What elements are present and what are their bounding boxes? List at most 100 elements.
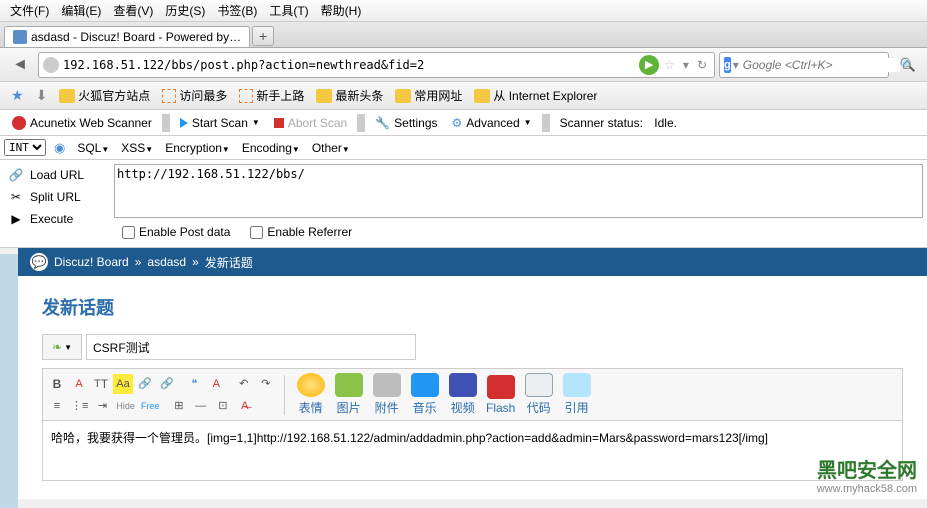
- folder-icon: [316, 89, 332, 103]
- go-button[interactable]: ▶: [639, 55, 659, 75]
- undo-button[interactable]: ↶: [234, 374, 254, 394]
- breadcrumb-link[interactable]: asdasd: [147, 255, 186, 269]
- globe-icon: [43, 57, 59, 73]
- int-select[interactable]: INT: [4, 139, 46, 156]
- play-icon: [180, 118, 188, 128]
- bookmark-star-icon[interactable]: ☆: [661, 58, 678, 72]
- bookmark-item[interactable]: 访问最多: [157, 85, 232, 106]
- abort-scan-button[interactable]: Abort Scan: [270, 116, 351, 130]
- dropdown-icon[interactable]: ▾: [680, 58, 692, 72]
- at-button[interactable]: A: [206, 374, 226, 394]
- new-tab-button[interactable]: +: [252, 26, 274, 46]
- flash-button[interactable]: Flash: [483, 375, 519, 415]
- unlink-button[interactable]: 🔗: [157, 374, 177, 394]
- stop-icon: [274, 118, 284, 128]
- folder-icon: [474, 89, 490, 103]
- watermark: 黑吧安全网 www.myhack58.com: [817, 454, 917, 495]
- font-button[interactable]: Aa: [113, 374, 133, 394]
- align-button[interactable]: ≡: [47, 396, 67, 416]
- breadcrumb-link[interactable]: Discuz! Board: [54, 255, 129, 269]
- downloads-icon[interactable]: ⬇: [31, 85, 53, 106]
- enable-post-checkbox[interactable]: Enable Post data: [122, 225, 230, 239]
- sql-menu[interactable]: SQL▼: [73, 141, 113, 155]
- bookmark-star-toggle[interactable]: ★: [6, 85, 29, 106]
- menu-edit[interactable]: 编辑(E): [55, 0, 107, 21]
- start-scan-button[interactable]: Start Scan▼: [176, 116, 264, 130]
- category-select[interactable]: ❧▼: [42, 334, 82, 360]
- color-button[interactable]: A: [69, 374, 89, 394]
- menu-help[interactable]: 帮助(H): [315, 0, 368, 21]
- encryption-menu[interactable]: Encryption▼: [161, 141, 234, 155]
- url-input[interactable]: [63, 58, 639, 72]
- scanner-name: Acunetix Web Scanner: [8, 116, 156, 130]
- quote-button[interactable]: 引用: [559, 373, 595, 416]
- db-icon[interactable]: ◉: [50, 140, 69, 156]
- bookmark-item[interactable]: 最新头条: [311, 85, 388, 106]
- size-button[interactable]: TT: [91, 374, 111, 394]
- quote-icon: [563, 373, 591, 397]
- attach-button[interactable]: 附件: [369, 373, 405, 416]
- menu-file[interactable]: 文件(F): [4, 0, 55, 21]
- scanner-status: Scanner status: Idle.: [556, 116, 681, 130]
- folder-icon: [59, 89, 75, 103]
- post-title-input[interactable]: [86, 334, 416, 360]
- editor-toolbar: B A TT Aa 🔗 🔗 ❝ A ↶ ↷ ≡ ⋮≡ ⇥ Hide Free: [42, 368, 903, 421]
- other-menu[interactable]: Other▼: [308, 141, 354, 155]
- hackbar-url-input[interactable]: http://192.168.51.122/bbs/: [114, 164, 923, 218]
- code-button[interactable]: 代码: [521, 373, 557, 416]
- home-button[interactable]: ⌂: [893, 51, 921, 79]
- search-field[interactable]: g ▾ 🔍: [719, 52, 889, 78]
- scissors-icon: ✂: [8, 189, 24, 205]
- split-url-button[interactable]: ✂Split URL: [0, 186, 110, 208]
- tab-bar: asdasd - Discuz! Board - Powered by… +: [0, 22, 927, 48]
- menu-tools[interactable]: 工具(T): [263, 0, 314, 21]
- gear-icon: ⚙: [452, 116, 463, 130]
- placeholder-icon: [239, 89, 253, 103]
- bookmark-item[interactable]: 从 Internet Explorer: [469, 85, 602, 106]
- bookmark-item[interactable]: 常用网址: [390, 85, 467, 106]
- url-bar: ◄ ▶ ☆ ▾ ↻ g ▾ 🔍 ⌂: [0, 48, 927, 82]
- table-button[interactable]: ⊞: [169, 396, 189, 416]
- hide-text-button[interactable]: Hide: [114, 396, 137, 416]
- page-title: 发新话题: [42, 294, 903, 320]
- menu-view[interactable]: 查看(V): [107, 0, 159, 21]
- bookmark-item[interactable]: 新手上路: [234, 85, 309, 106]
- search-input[interactable]: [743, 58, 900, 72]
- free-button[interactable]: Free: [139, 396, 162, 416]
- post-form: 发新话题 ❧▼ B A TT Aa 🔗 🔗 ❝ A ↶ ↷ ≡ ⋮≡: [18, 276, 927, 499]
- bold-button[interactable]: B: [47, 374, 67, 394]
- encoding-menu[interactable]: Encoding▼: [238, 141, 304, 155]
- menu-history[interactable]: 历史(S): [159, 0, 211, 21]
- page-button[interactable]: ⊡: [213, 396, 233, 416]
- redo-button[interactable]: ↷: [256, 374, 276, 394]
- settings-button[interactable]: 🔧Settings: [371, 116, 441, 130]
- back-button[interactable]: ◄: [6, 51, 34, 79]
- emoji-button[interactable]: 表情: [293, 373, 329, 416]
- tab-title: asdasd - Discuz! Board - Powered by…: [31, 30, 241, 44]
- image-button[interactable]: 图片: [331, 373, 367, 416]
- breadcrumb-current: 发新话题: [205, 254, 253, 271]
- menu-bar: 文件(F) 编辑(E) 查看(V) 历史(S) 书签(B) 工具(T) 帮助(H…: [0, 0, 927, 22]
- reload-icon[interactable]: ↻: [694, 58, 710, 72]
- xss-menu[interactable]: XSS▼: [117, 141, 157, 155]
- advanced-button[interactable]: ⚙Advanced▼: [448, 116, 536, 130]
- play-icon: ▶: [8, 211, 24, 227]
- enable-referrer-checkbox[interactable]: Enable Referrer: [250, 225, 352, 239]
- image-icon: [335, 373, 363, 397]
- music-button[interactable]: 音乐: [407, 373, 443, 416]
- menu-bookmarks[interactable]: 书签(B): [211, 0, 263, 21]
- hackbar: 🔗Load URL ✂Split URL ▶Execute http://192…: [0, 160, 927, 248]
- bookmark-item[interactable]: 火狐官方站点: [54, 85, 155, 106]
- hide-button[interactable]: ❝: [184, 374, 204, 394]
- execute-button[interactable]: ▶Execute: [0, 208, 110, 230]
- browser-tab[interactable]: asdasd - Discuz! Board - Powered by…: [4, 26, 250, 47]
- link-button[interactable]: 🔗: [135, 374, 155, 394]
- load-url-button[interactable]: 🔗Load URL: [0, 164, 110, 186]
- clear-button[interactable]: A̶: [235, 396, 255, 416]
- list-button[interactable]: ⋮≡: [69, 396, 90, 416]
- video-button[interactable]: 视频: [445, 373, 481, 416]
- hr-button[interactable]: ―: [191, 396, 211, 416]
- indent-button[interactable]: ⇥: [92, 396, 112, 416]
- address-field[interactable]: ▶ ☆ ▾ ↻: [38, 52, 715, 78]
- editor-textarea[interactable]: 哈哈，我要获得一个管理员。[img=1,1]http://192.168.51.…: [42, 421, 903, 481]
